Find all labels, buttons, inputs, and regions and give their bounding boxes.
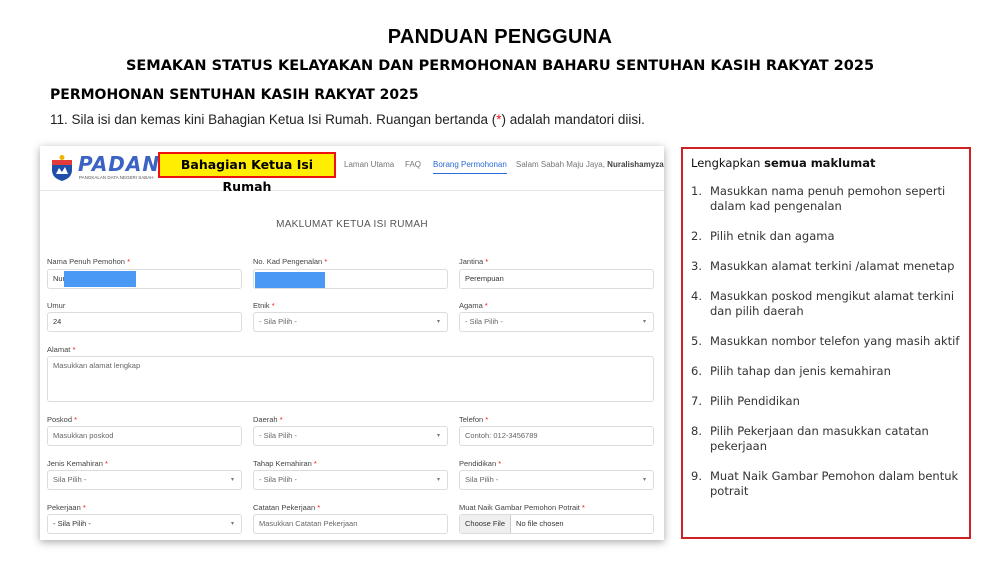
label-nama: Nama Penuh Pemohon * <box>47 257 130 266</box>
label-jantina: Jantina * <box>459 257 489 266</box>
caret-down-icon: ▾ <box>436 319 440 325</box>
padans-logo[interactable]: PADANS PANGKALAN DATA NEGERI SABAH <box>48 152 175 184</box>
user-name: Nuralishamyza <box>607 160 664 169</box>
catatan-pekerjaan-input[interactable]: Masukkan Catatan Pekerjaan <box>253 514 448 534</box>
instruction-before: 11. Sila isi dan kemas kini Bahagian Ket… <box>50 112 497 127</box>
step-item: 7. Pilih Pendidikan <box>691 394 800 408</box>
step-item: 6. Pilih tahap dan jenis kemahiran <box>691 364 891 378</box>
tahap-kemahiran-select[interactable]: - Sila Pilih - ▾ <box>253 470 448 490</box>
redaction-block <box>64 271 136 287</box>
label-etnik: Etnik * <box>253 301 275 310</box>
caret-down-icon: ▾ <box>230 477 234 483</box>
label-telefon: Telefon * <box>459 415 489 424</box>
user-greeting[interactable]: Salam Sabah Maju Jaya, Nuralishamyza ⌄ <box>516 160 664 169</box>
redaction-block <box>255 272 325 288</box>
label-umur: Umur <box>47 301 66 310</box>
label-pendidikan: Pendidikan * <box>459 459 502 468</box>
poskod-input[interactable]: Masukkan poskod <box>47 426 242 446</box>
slide-subtitle: SEMAKAN STATUS KELAYAKAN DAN PERMOHONAN … <box>125 58 875 74</box>
label-catatan-pekerjaan: Catatan Pekerjaan * <box>253 503 321 512</box>
label-tahap-kemahiran: Tahap Kemahiran * <box>253 459 317 468</box>
alamat-textarea[interactable]: Masukkan alamat lengkap <box>47 356 654 402</box>
umur-input[interactable]: 24 <box>47 312 242 332</box>
step-item: 5. Masukkan nombor telefon yang masih akt… <box>691 334 960 348</box>
form-title: MAKLUMAT KETUA ISI RUMAH <box>276 219 428 230</box>
daerah-select[interactable]: - Sila Pilih - ▾ <box>253 426 448 446</box>
label-agama: Agama * <box>459 301 488 310</box>
sabah-crest-icon <box>52 155 72 181</box>
telefon-input[interactable]: Contoh: 012-3456789 <box>459 426 654 446</box>
instruction-after: ) adalah mandatori diisi. <box>501 112 645 127</box>
gambar-file-input[interactable]: Choose File No file chosen <box>459 514 654 534</box>
file-status: No file chosen <box>516 519 564 528</box>
caret-down-icon: ▾ <box>642 319 646 325</box>
step-item: 8. Pilih Pekerjaan dan masukkan catatan p… <box>691 424 929 453</box>
choose-file-button[interactable]: Choose File <box>460 515 512 533</box>
slide-title: PANDUAN PENGGUNA <box>387 26 613 48</box>
step-item: 2. Pilih etnik dan agama <box>691 229 835 243</box>
section-heading: PERMOHONAN SENTUHAN KASIH RAKYAT 2025 <box>50 87 419 103</box>
jenis-kemahiran-select[interactable]: Sila Pilih - ▾ <box>47 470 242 490</box>
label-poskod: Poskod * <box>47 415 78 424</box>
jantina-input[interactable]: Perempuan <box>459 269 654 289</box>
highlight-bahagian-ketua: Bahagian Ketua Isi Rumah <box>158 152 336 194</box>
app-screenshot: PADANS PANGKALAN DATA NEGERI SABAH Bahag… <box>40 146 664 540</box>
label-ic: No. Kad Pengenalan * <box>253 257 328 266</box>
greeting-text: Salam Sabah Maju Jaya, <box>516 160 605 169</box>
pekerjaan-select[interactable]: - Sila Pilih - ▾ <box>47 514 242 534</box>
step-item: 9. Muat Naik Gambar Pemohon dalam bentuk … <box>691 469 959 498</box>
label-gambar: Muat Naik Gambar Pemohon Potrait * <box>459 503 585 512</box>
nav-borang-permohonan[interactable]: Borang Permohonan <box>433 160 507 174</box>
caret-down-icon: ▾ <box>230 521 234 527</box>
steps-heading: Lengkapkan semua maklumat <box>691 156 876 170</box>
caret-down-icon: ▾ <box>642 477 646 483</box>
label-daerah: Daerah * <box>253 415 283 424</box>
label-pekerjaan: Pekerjaan * <box>47 503 86 512</box>
instruction-text: 11. Sila isi dan kemas kini Bahagian Ket… <box>50 112 645 127</box>
label-jenis-kemahiran: Jenis Kemahiran * <box>47 459 108 468</box>
logo-subtitle: PANGKALAN DATA NEGERI SABAH <box>79 175 154 180</box>
pendidikan-select[interactable]: Sila Pilih - ▾ <box>459 470 654 490</box>
steps-panel: Lengkapkan semua maklumat 1. Masukkan nam… <box>681 147 971 539</box>
caret-down-icon: ▾ <box>436 477 440 483</box>
app-header: PADANS PANGKALAN DATA NEGERI SABAH Bahag… <box>40 146 664 194</box>
nav-laman-utama[interactable]: Laman Utama <box>344 160 394 169</box>
caret-down-icon: ▾ <box>436 433 440 439</box>
nav-faq[interactable]: FAQ <box>405 160 421 169</box>
agama-select[interactable]: - Sila Pilih - ▾ <box>459 312 654 332</box>
step-item: 3. Masukkan alamat terkini /alamat meneta… <box>691 259 955 273</box>
step-item: 1. Masukkan nama penuh pemohon seperti da… <box>691 184 946 213</box>
etnik-select[interactable]: - Sila Pilih - ▾ <box>253 312 448 332</box>
step-item: 4. Masukkan poskod mengikut alamat terkin… <box>691 289 955 318</box>
label-alamat: Alamat * <box>47 345 76 354</box>
